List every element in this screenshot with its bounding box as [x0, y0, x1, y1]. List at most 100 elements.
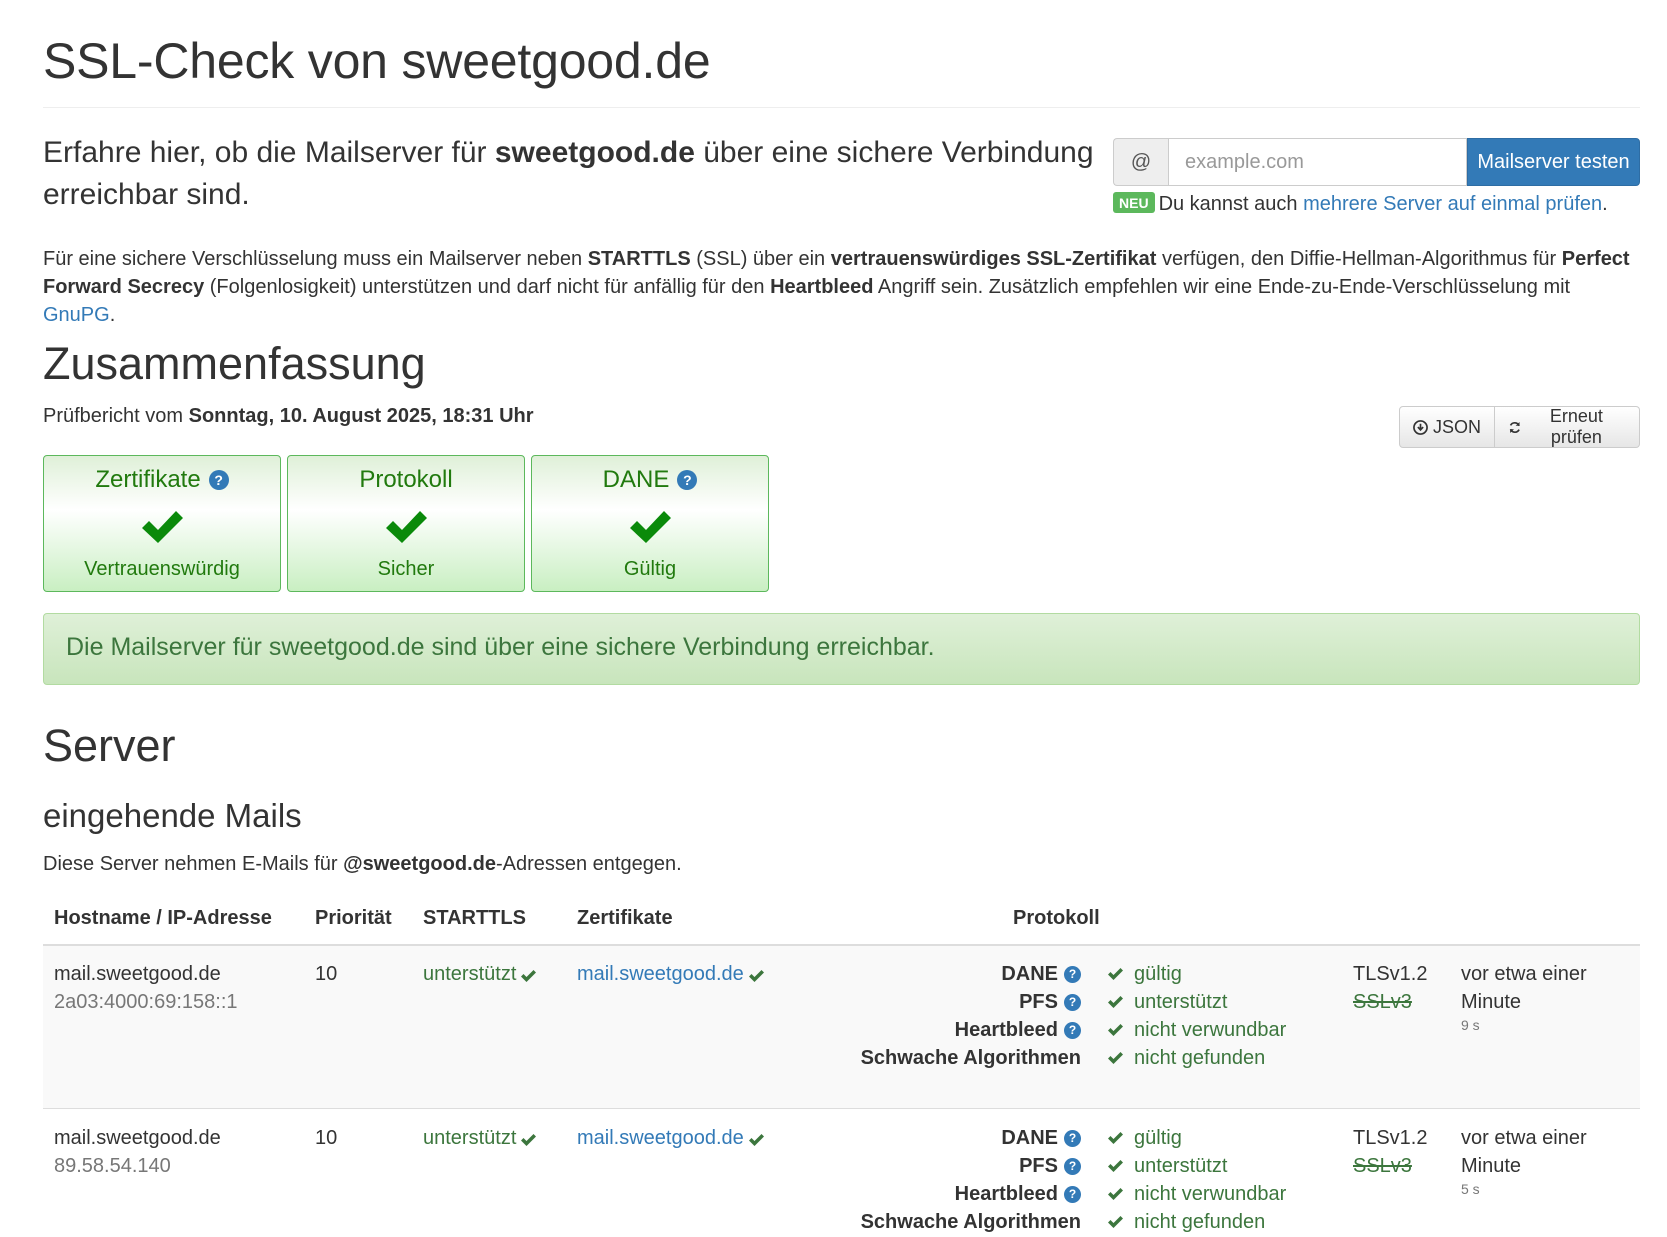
heartbleed-label-row: Heartbleed?	[763, 1180, 1081, 1208]
panel-status: Vertrauenswürdig	[84, 558, 240, 580]
check-value-row: nicht gefunden	[1107, 1208, 1286, 1236]
certificate-link[interactable]: mail.sweetgood.de	[577, 1127, 744, 1149]
weak-alg-label-row: Schwache Algorithmen	[763, 1044, 1081, 1072]
tls-version: TLSv1.2	[1353, 1127, 1428, 1149]
intro-t4: (Folgenlosigkeit) unterstützen und darf …	[204, 276, 771, 298]
panel-title-text: Protokoll	[359, 466, 453, 493]
recheck-label: Erneut prüfen	[1549, 406, 1603, 447]
protocol-values: gültig unterstützt nicht verwundbar nich…	[1107, 1124, 1286, 1236]
check-time-cell: vor etwa einer Minute 9 s	[1461, 960, 1640, 1034]
check-icon	[1108, 1052, 1123, 1064]
check-icon	[1108, 968, 1123, 980]
table-row: mail.sweetgood.de 2a03:4000:69:158::1 10…	[43, 946, 1640, 1109]
help-icon[interactable]: ?	[1064, 965, 1081, 983]
check-icon	[1108, 996, 1123, 1008]
multi-check-hint: NEU Du kannst auch mehrere Server auf ein…	[1113, 192, 1640, 216]
page-title: SSL-Check von sweetgood.de	[43, 33, 711, 89]
check-label: Heartbleed	[954, 1183, 1058, 1205]
check-value: unterstützt	[1134, 991, 1228, 1013]
multi-server-link[interactable]: mehrere Server auf einmal prüfen	[1303, 193, 1602, 215]
check-label: Schwache Algorithmen	[860, 1211, 1081, 1233]
protocol-values: gültig unterstützt nicht verwundbar nich…	[1107, 960, 1286, 1072]
report-date: Prüfbericht vom Sonntag, 10. August 2025…	[43, 405, 534, 428]
success-alert: Die Mailserver für sweetgood.de sind übe…	[43, 613, 1640, 685]
check-value-row: nicht gefunden	[1107, 1044, 1286, 1072]
check-icon	[44, 508, 280, 546]
check-value-row: gültig	[1107, 1124, 1286, 1152]
check-label: DANE	[1001, 963, 1058, 985]
check-label: Heartbleed	[954, 1019, 1058, 1041]
weak-alg-label-row: Schwache Algorithmen	[763, 1208, 1081, 1236]
hint-prefix: Du kannst auch	[1158, 193, 1304, 215]
check-value: nicht verwundbar	[1134, 1019, 1287, 1041]
ip-address: 89.58.54.140	[54, 1155, 171, 1177]
check-icon	[1108, 1216, 1123, 1228]
help-icon[interactable]: ?	[208, 470, 229, 490]
starttls-cell: unterstützt	[423, 1124, 537, 1152]
certificate-cell: mail.sweetgood.de	[577, 960, 765, 988]
help-icon[interactable]: ?	[1064, 1021, 1081, 1039]
help-icon[interactable]: ?	[677, 470, 698, 490]
gnupg-link[interactable]: GnuPG	[43, 304, 110, 326]
check-label: PFS	[1019, 1155, 1058, 1177]
summary-panels: Zertifikate? Vertrauenswürdig Protokoll …	[43, 455, 769, 592]
ssl-version-disabled: SSLv3	[1353, 1155, 1412, 1177]
panel-title-text: Zertifikate	[95, 466, 201, 493]
test-mailserver-button[interactable]: Mailserver testen	[1467, 138, 1640, 186]
tls-versions: TLSv1.2 SSLv3	[1353, 960, 1427, 1016]
check-time: vor etwa einer Minute	[1461, 1127, 1587, 1177]
check-time: vor etwa einer Minute	[1461, 963, 1587, 1013]
panel-title: DANE?	[532, 466, 768, 494]
check-value-row: unterstützt	[1107, 988, 1286, 1016]
hint-suffix: .	[1602, 193, 1608, 215]
report-prefix: Prüfbericht vom	[43, 405, 189, 427]
json-button[interactable]: JSON	[1399, 406, 1496, 448]
check-icon	[521, 970, 537, 982]
check-time-cell: vor etwa einer Minute 5 s	[1461, 1124, 1640, 1198]
domain-input[interactable]	[1168, 138, 1467, 186]
input-group: @ Mailserver testen	[1113, 138, 1640, 186]
panel-status: Sicher	[377, 558, 435, 580]
help-icon[interactable]: ?	[1064, 993, 1081, 1011]
help-icon[interactable]: ?	[1064, 1185, 1081, 1203]
starttls-status: unterstützt	[423, 963, 517, 985]
col-protocol: Protokoll	[1013, 907, 1100, 929]
check-value: nicht gefunden	[1134, 1211, 1266, 1233]
pfs-label-row: PFS?	[763, 1152, 1081, 1180]
col-priority: Priorität	[315, 907, 392, 929]
check-value-row: nicht verwundbar	[1107, 1180, 1286, 1208]
panel-dane: DANE? Gültig	[531, 455, 769, 592]
check-label: PFS	[1019, 991, 1058, 1013]
check-duration: 5 s	[1461, 1181, 1480, 1197]
ip-address: 2a03:4000:69:158::1	[54, 991, 238, 1013]
help-icon[interactable]: ?	[1064, 1157, 1081, 1175]
help-icon[interactable]: ?	[1064, 1129, 1081, 1147]
check-icon	[521, 1134, 537, 1146]
hostname: mail.sweetgood.de	[54, 1127, 221, 1149]
pfs-label-row: PFS?	[763, 988, 1081, 1016]
check-value: gültig	[1134, 1127, 1182, 1149]
check-icon	[1108, 1188, 1123, 1200]
priority: 10	[315, 1127, 338, 1149]
col-certificates: Zertifikate	[577, 907, 673, 929]
tls-versions: TLSv1.2 SSLv3	[1353, 1124, 1427, 1180]
certificate-link[interactable]: mail.sweetgood.de	[577, 963, 744, 985]
report-date-value: Sonntag, 10. August 2025, 18:31 Uhr	[188, 405, 534, 427]
host-cell: mail.sweetgood.de 89.58.54.140	[54, 1124, 221, 1180]
hostname: mail.sweetgood.de	[54, 963, 221, 985]
check-value-row: unterstützt	[1107, 1152, 1286, 1180]
intro-b4: Heartbleed	[770, 276, 874, 298]
check-value: gültig	[1134, 963, 1182, 985]
recheck-button[interactable]: Erneut prüfen	[1495, 406, 1640, 448]
intro-t3: verfügen, den Diffie-Hellman-Algorithmus…	[1156, 248, 1562, 270]
check-label: Schwache Algorithmen	[860, 1047, 1081, 1069]
check-icon	[1108, 1024, 1123, 1036]
starttls-cell: unterstützt	[423, 960, 537, 988]
json-label: JSON	[1433, 416, 1482, 437]
protocol-labels: DANE? PFS? Heartbleed? Schwache Algorith…	[763, 1124, 1081, 1236]
server-heading: Server	[43, 720, 176, 771]
col-hostname: Hostname / IP-Adresse	[54, 907, 272, 929]
table-row: mail.sweetgood.de 89.58.54.140 10 unters…	[43, 1110, 1640, 1237]
dane-label-row: DANE?	[763, 960, 1081, 988]
incoming-desc-suffix: -Adressen entgegen.	[495, 853, 682, 875]
